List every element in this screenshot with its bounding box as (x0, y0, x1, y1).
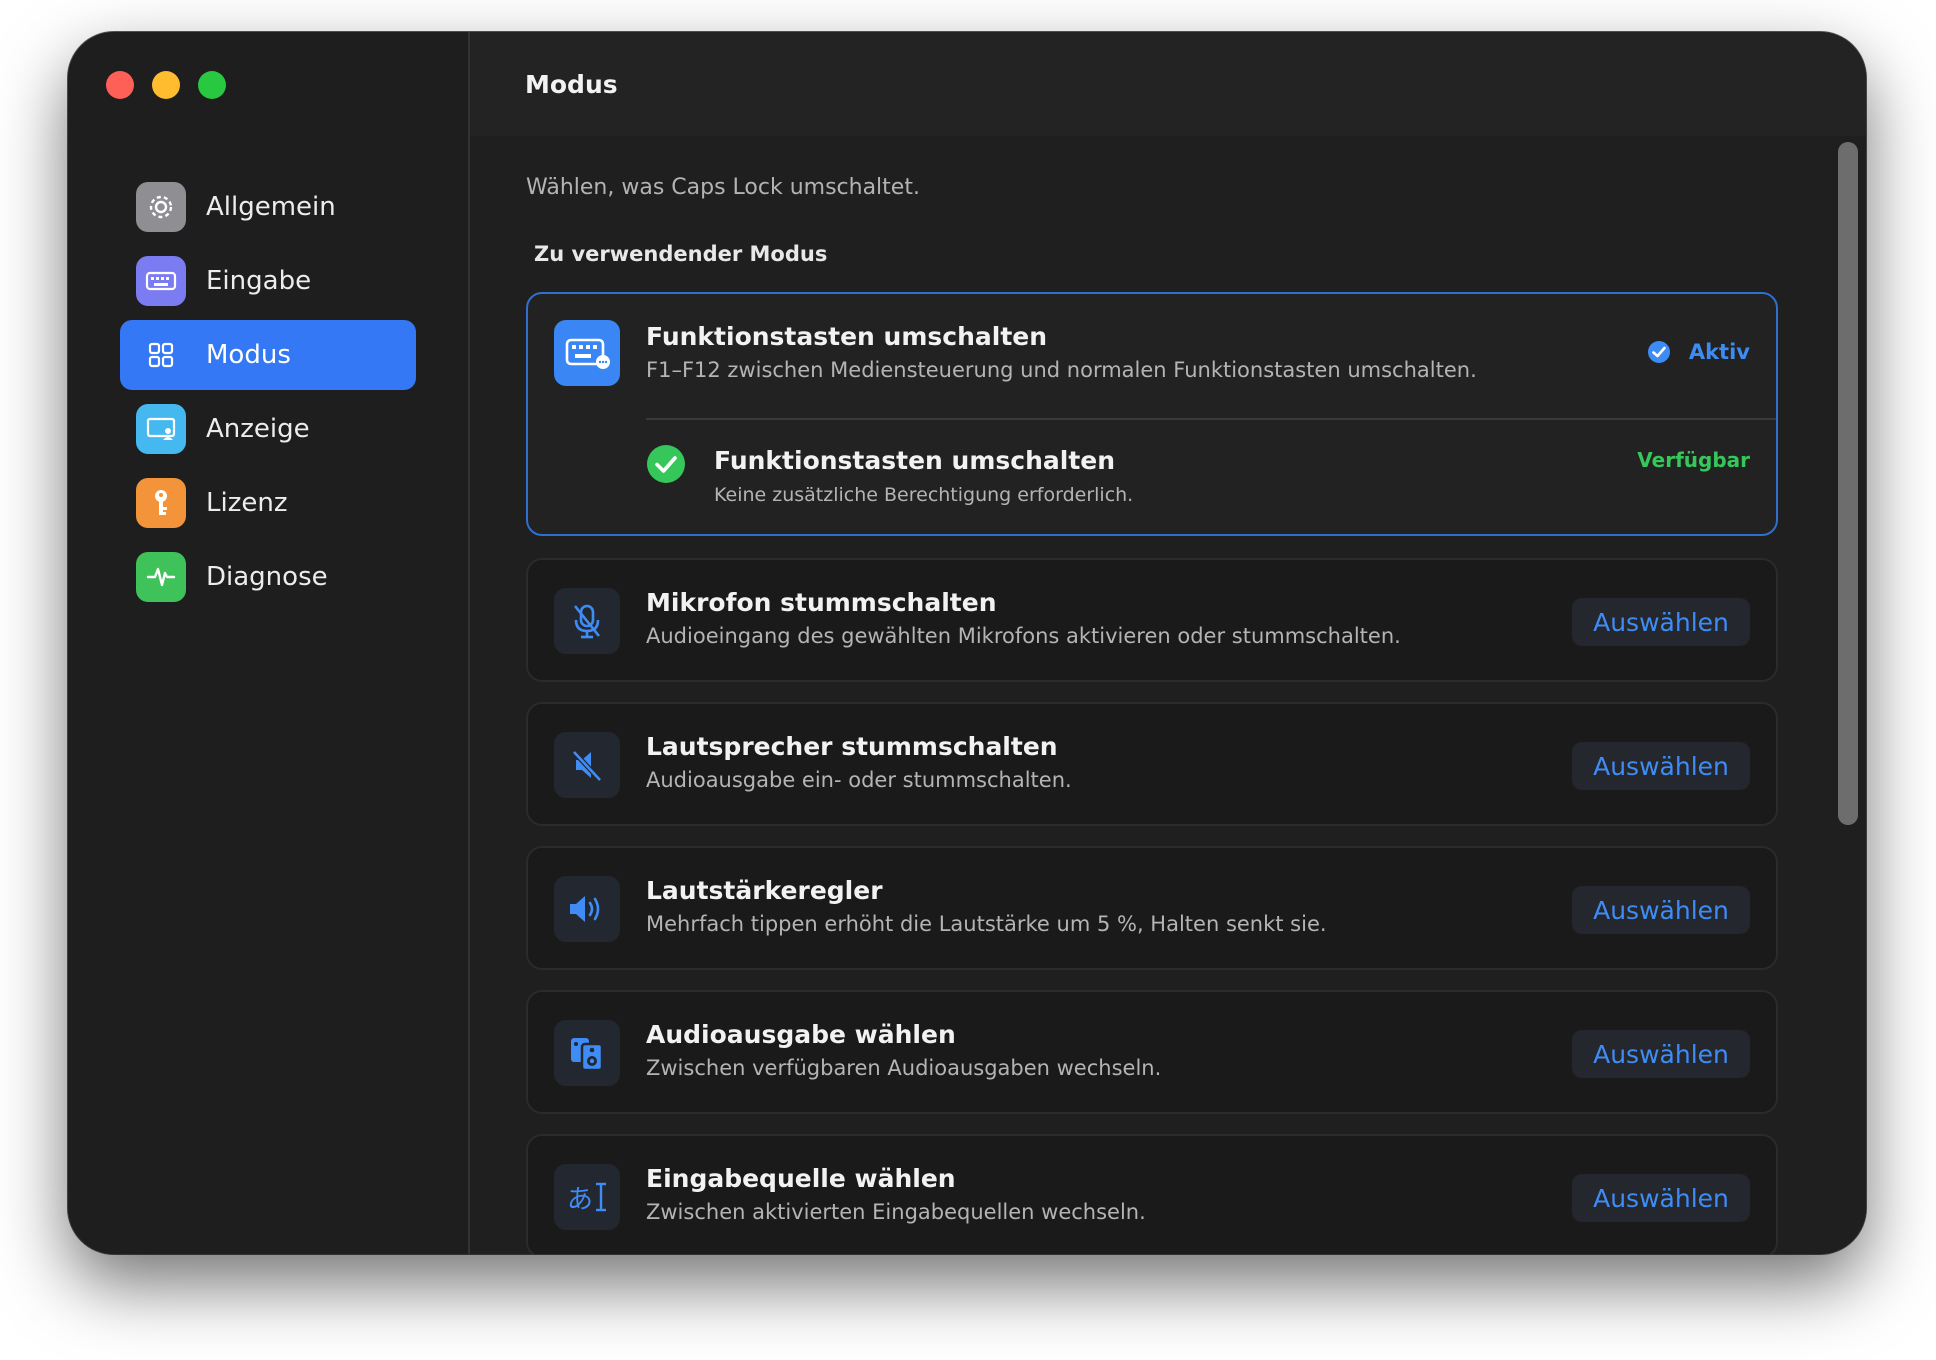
mode-description: Zwischen verfügbaren Audioausgaben wechs… (646, 1056, 1162, 1080)
sidebar-item-anzeige[interactable]: Anzeige (120, 394, 416, 464)
mode-card-input-source: あ Eingabequelle wählen Zwischen aktivier… (526, 1134, 1778, 1254)
title-bar (470, 32, 1866, 136)
active-status: Aktiv (1647, 340, 1750, 364)
select-button[interactable]: Auswählen (1572, 886, 1750, 934)
sidebar-item-label: Allgemein (206, 192, 336, 222)
sidebar-item-eingabe[interactable]: Eingabe (120, 246, 416, 316)
sidebar-item-label: Anzeige (206, 414, 310, 444)
active-mode-title: Funktionstasten umschalten (646, 322, 1048, 351)
sidebar-nav: Allgemein Eingabe Modus Anzeige Lizenz D… (120, 172, 416, 616)
active-mode-description: F1–F12 zwischen Mediensteuerung und norm… (646, 358, 1477, 382)
settings-window: Allgemein Eingabe Modus Anzeige Lizenz D… (68, 32, 1866, 1254)
mode-description: Mehrfach tippen erhöht die Lautstärke um… (646, 912, 1327, 936)
close-window-button[interactable] (106, 71, 134, 99)
main-pane: Modus Wählen, was Caps Lock umschaltet. … (470, 32, 1866, 1254)
section-label: Zu verwendender Modus (534, 242, 828, 266)
keyboard-icon (554, 320, 620, 386)
scrollbar-thumb[interactable] (1838, 142, 1858, 825)
mode-title: Eingabequelle wählen (646, 1164, 956, 1193)
mode-title: Lautsprecher stummschalten (646, 732, 1058, 761)
keyboard-icon (136, 256, 186, 306)
display-icon (136, 404, 186, 454)
checkmark-circle-icon (646, 444, 686, 484)
speakers-icon (554, 1020, 620, 1086)
sidebar-item-label: Diagnose (206, 562, 328, 592)
sidebar-item-label: Modus (206, 340, 291, 370)
key-icon (136, 478, 186, 528)
speaker-slash-icon (554, 732, 620, 798)
window-controls (106, 71, 226, 99)
active-status-label: Aktiv (1688, 340, 1750, 364)
select-button[interactable]: Auswählen (1572, 1174, 1750, 1222)
waveform-icon (136, 552, 186, 602)
speaker-wave-icon (554, 876, 620, 942)
minimize-window-button[interactable] (152, 71, 180, 99)
sidebar-item-label: Lizenz (206, 488, 288, 518)
permission-title: Funktionstasten umschalten (714, 446, 1116, 475)
active-mode-card: Funktionstasten umschalten F1–F12 zwisch… (526, 292, 1778, 536)
mode-card-volume: Lautstärkeregler Mehrfach tippen erhöht … (526, 846, 1778, 970)
grid-icon (136, 330, 186, 380)
select-button[interactable]: Auswählen (1572, 742, 1750, 790)
sidebar-item-label: Eingabe (206, 266, 312, 296)
sidebar: Allgemein Eingabe Modus Anzeige Lizenz D… (68, 32, 470, 1254)
mode-title: Lautstärkeregler (646, 876, 883, 905)
input-source-icon: あ (554, 1164, 620, 1230)
mode-title: Mikrofon stummschalten (646, 588, 997, 617)
mode-card-speaker: Lautsprecher stummschalten Audioausgabe … (526, 702, 1778, 826)
gear-icon (136, 182, 186, 232)
mode-card-audio-output: Audioausgabe wählen Zwischen verfügbaren… (526, 990, 1778, 1114)
permission-description: Keine zusätzliche Berechtigung erforderl… (714, 484, 1134, 506)
checkmark-circle-icon (1647, 341, 1670, 363)
sidebar-item-lizenz[interactable]: Lizenz (120, 468, 416, 538)
mic-slash-icon (554, 588, 620, 654)
permission-status: Verfügbar (1637, 448, 1750, 472)
mode-title: Audioausgabe wählen (646, 1020, 956, 1049)
sidebar-item-allgemein[interactable]: Allgemein (120, 172, 416, 242)
sidebar-item-diagnose[interactable]: Diagnose (120, 542, 416, 612)
sidebar-item-modus[interactable]: Modus (120, 320, 416, 390)
intro-text: Wählen, was Caps Lock umschaltet. (526, 175, 920, 200)
mode-description: Zwischen aktivierten Eingabequellen wech… (646, 1200, 1146, 1224)
mode-description: Audioausgabe ein- oder stummschalten. (646, 768, 1072, 792)
mode-description: Audioeingang des gewählten Mikrofons akt… (646, 624, 1401, 648)
zoom-window-button[interactable] (198, 71, 226, 99)
input-source-glyph: あ (566, 1184, 593, 1215)
mode-card-microphone: Mikrofon stummschalten Audioeingang des … (526, 558, 1778, 682)
page-title: Modus (525, 70, 618, 99)
card-divider (646, 418, 1776, 420)
select-button[interactable]: Auswählen (1572, 598, 1750, 646)
select-button[interactable]: Auswählen (1572, 1030, 1750, 1078)
